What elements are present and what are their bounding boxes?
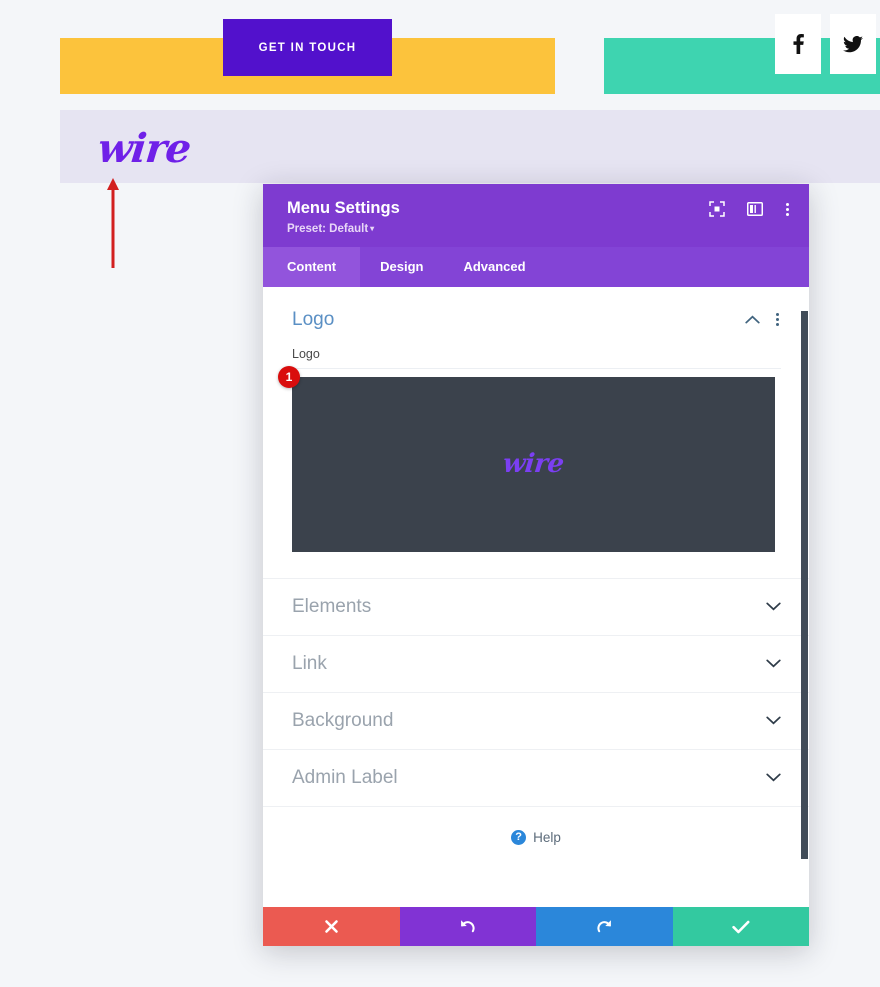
modal-scrollbar-thumb[interactable]	[801, 310, 808, 859]
chevron-down-icon	[766, 602, 781, 611]
chevron-down-icon	[766, 716, 781, 725]
tab-advanced[interactable]: Advanced	[443, 247, 545, 287]
chevron-down-icon	[766, 773, 781, 782]
logo-section-controls	[745, 311, 781, 328]
redo-button[interactable]	[536, 907, 673, 946]
dot	[776, 323, 779, 327]
logo-section-more-options-icon[interactable]	[774, 311, 781, 328]
accordion-row-background[interactable]: Background	[263, 691, 809, 749]
panel-layout-icon[interactable]	[746, 200, 764, 218]
logo-section-header[interactable]: Logo	[292, 309, 781, 331]
tab-design[interactable]: Design	[360, 247, 443, 287]
tab-content[interactable]: Content	[263, 246, 361, 287]
redo-icon	[596, 918, 613, 935]
modal-body: Logo Logo 1 wire Elements Link Backgroun…	[263, 286, 809, 907]
settings-accordion: Elements Link Background Admin Label	[263, 577, 809, 807]
modal-header-icons	[708, 200, 791, 218]
twitter-social-button[interactable]	[830, 14, 876, 74]
focus-target-icon[interactable]	[708, 200, 726, 218]
dot	[776, 318, 779, 322]
cancel-button[interactable]	[263, 907, 400, 946]
accordion-row-admin-label[interactable]: Admin Label	[263, 748, 809, 807]
get-in-touch-button[interactable]: GET IN TOUCH	[223, 19, 392, 76]
dot	[786, 212, 789, 216]
help-icon: ?	[511, 830, 527, 846]
modal-tabs: Content Design Advanced	[263, 246, 809, 287]
facebook-social-button[interactable]	[775, 14, 821, 74]
preset-label: Preset: Default	[287, 222, 369, 235]
dot	[786, 207, 789, 211]
close-icon	[324, 919, 339, 934]
logo-section: Logo Logo 1 wire	[263, 287, 809, 560]
logo-image-field: 1 wire	[278, 365, 781, 552]
modal-scrollbar[interactable]	[801, 287, 809, 907]
step-badge: 1	[278, 365, 300, 388]
accordion-label: Link	[292, 652, 327, 674]
site-logo: wire	[95, 125, 193, 172]
preset-selector[interactable]: Preset: Default ▾	[287, 223, 374, 235]
annotation-arrow	[107, 178, 119, 268]
logo-image-text: wire	[501, 449, 566, 480]
check-icon	[732, 920, 750, 934]
dot	[786, 202, 789, 206]
chevron-down-icon: ▾	[370, 223, 375, 233]
menu-settings-modal: Menu Settings Preset: Default ▾ Content …	[263, 184, 809, 946]
logo-image-preview[interactable]: wire	[292, 376, 775, 552]
twitter-icon	[843, 35, 863, 53]
chevron-up-icon[interactable]	[745, 315, 760, 324]
save-button[interactable]	[672, 907, 809, 946]
more-options-icon[interactable]	[784, 201, 791, 218]
facebook-icon	[792, 34, 804, 54]
accordion-row-link[interactable]: Link	[263, 634, 809, 692]
help-label: Help	[533, 830, 561, 846]
undo-icon	[459, 918, 476, 935]
dot	[776, 313, 779, 317]
modal-footer	[263, 907, 809, 946]
logo-field-label: Logo	[292, 347, 781, 369]
accordion-label: Elements	[292, 595, 372, 617]
accordion-row-elements[interactable]: Elements	[263, 577, 809, 635]
chevron-down-icon	[766, 659, 781, 668]
accordion-label: Background	[292, 709, 394, 731]
logo-section-title: Logo	[292, 308, 335, 330]
accordion-label: Admin Label	[292, 766, 398, 788]
undo-button[interactable]	[399, 907, 536, 946]
help-link[interactable]: ? Help	[263, 807, 809, 869]
modal-header: Menu Settings Preset: Default ▾	[263, 184, 809, 247]
